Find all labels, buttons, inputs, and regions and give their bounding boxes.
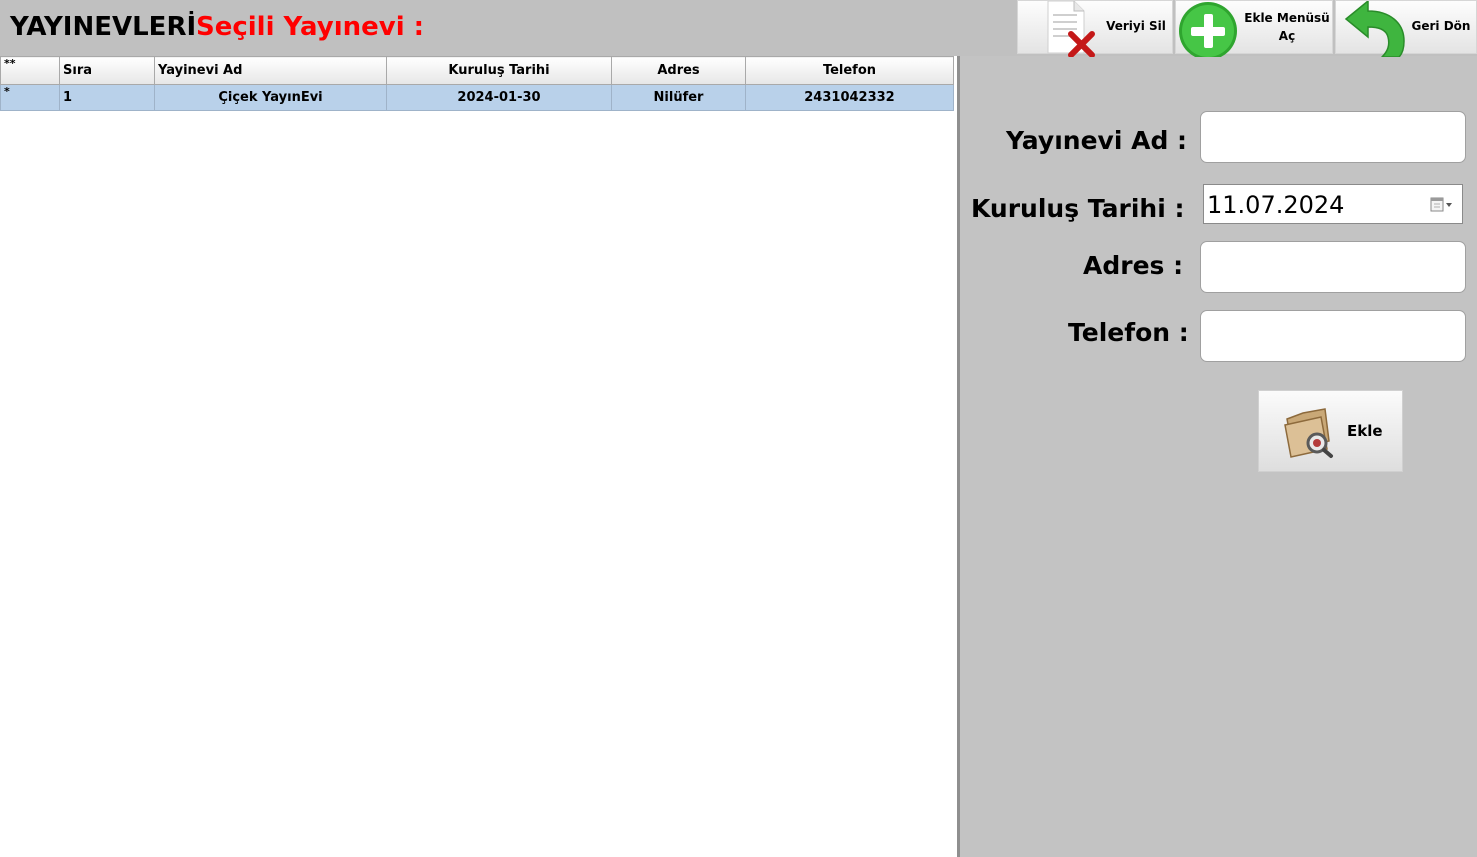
delete-data-label: Veriyi Sil	[1106, 19, 1166, 33]
green-back-arrow-icon	[1344, 0, 1406, 61]
publisher-name-input[interactable]	[1200, 111, 1466, 163]
cell-telefon[interactable]: 2431042332	[745, 84, 954, 111]
open-add-menu-button[interactable]: Ekle Menüsü Aç	[1175, 0, 1333, 60]
top-header: YAYINEVLERİ Seçili Yayınevi : Veriyi Sil	[0, 0, 1477, 60]
column-header-adres[interactable]: Adres	[611, 56, 746, 85]
column-header-kurulus-tarihi[interactable]: Kuruluş Tarihi	[386, 56, 612, 85]
column-header-yayinevi-ad[interactable]: Yayinevi Ad	[154, 56, 387, 85]
page-title: YAYINEVLERİ	[10, 12, 197, 42]
row-marker[interactable]: *	[0, 84, 60, 111]
column-header-marker[interactable]: **	[0, 56, 60, 85]
table-header-row: ** Sıra Yayinevi Ad Kuruluş Tarihi Adres…	[0, 56, 954, 85]
go-back-label: Geri Dön	[1411, 19, 1471, 33]
cell-adres[interactable]: Nilüfer	[611, 84, 746, 111]
document-delete-icon	[1044, 0, 1096, 61]
delete-data-button[interactable]: Veriyi Sil	[1017, 0, 1173, 58]
column-header-sira[interactable]: Sıra	[59, 56, 155, 85]
cell-sira[interactable]: 1	[59, 84, 155, 111]
add-menu-label-line1: Ekle Menüsü	[1244, 11, 1330, 25]
go-back-button[interactable]: Geri Dön	[1335, 0, 1477, 58]
add-button-label: Ekle	[1347, 422, 1383, 440]
add-menu-label-line2: Aç	[1278, 29, 1296, 43]
address-label: Adres :	[1083, 251, 1184, 280]
column-header-telefon[interactable]: Telefon	[745, 56, 954, 85]
green-plus-icon	[1177, 1, 1239, 61]
publishers-grid[interactable]: ** Sıra Yayinevi Ad Kuruluş Tarihi Adres…	[0, 56, 960, 857]
address-input[interactable]	[1200, 241, 1466, 293]
publisher-name-label: Yayınevi Ad :	[1006, 126, 1188, 155]
founding-date-value: 11.07.2024	[1207, 191, 1345, 219]
phone-input[interactable]	[1200, 310, 1466, 362]
founding-date-label: Kuruluş Tarihi :	[971, 194, 1185, 223]
founding-date-picker[interactable]: 11.07.2024	[1203, 184, 1463, 224]
phone-label: Telefon :	[1068, 318, 1189, 347]
publishers-table: ** Sıra Yayinevi Ad Kuruluş Tarihi Adres…	[0, 56, 954, 111]
calendar-dropdown-icon[interactable]	[1430, 197, 1454, 217]
cell-kurulus-tarihi[interactable]: 2024-01-30	[386, 84, 612, 111]
selected-publisher-label: Seçili Yayınevi :	[196, 12, 425, 42]
cell-yayinevi-ad[interactable]: Çiçek YayınEvi	[154, 84, 387, 111]
folder-search-icon	[1283, 405, 1339, 463]
table-row[interactable]: * 1 Çiçek YayınEvi 2024-01-30 Nilüfer 24…	[0, 84, 954, 111]
add-button[interactable]: Ekle	[1258, 390, 1403, 472]
